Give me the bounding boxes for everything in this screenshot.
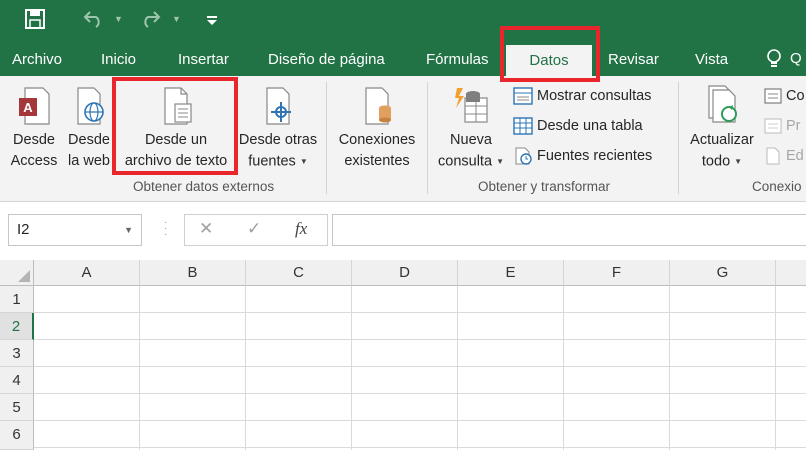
group-divider <box>678 82 679 194</box>
row-header-4[interactable]: 4 <box>0 367 34 394</box>
tab-archivo[interactable]: Archivo <box>12 44 62 76</box>
cancel-icon[interactable]: ✕ <box>199 219 213 239</box>
from-other-sources-button[interactable]: Desde otras fuentes ▼ <box>238 84 318 172</box>
column-header-c[interactable]: C <box>246 260 352 286</box>
row-header-5[interactable]: 5 <box>0 394 34 421</box>
column-header-e[interactable]: E <box>458 260 564 286</box>
tab-revisar[interactable]: Revisar <box>608 44 659 76</box>
new-query-button[interactable]: Nueva consulta ▼ <box>434 84 508 172</box>
svg-text:A: A <box>23 100 33 115</box>
splitter-handle[interactable]: · · · <box>164 218 167 240</box>
recent-sources-icon <box>515 147 532 165</box>
other-sources-icon <box>266 87 291 125</box>
column-header-g[interactable]: G <box>670 260 776 286</box>
tab-formulas[interactable]: Fórmulas <box>426 44 489 76</box>
table-icon <box>513 117 533 135</box>
column-header-d[interactable]: D <box>352 260 458 286</box>
save-icon[interactable] <box>24 8 46 37</box>
edit-links-icon <box>766 147 780 165</box>
column-header-partial[interactable] <box>776 260 806 286</box>
group-label-external-data: Obtener datos externos <box>133 179 275 194</box>
group-label-connections: Conexio <box>752 179 802 194</box>
existing-connections-button[interactable]: Conexiones existentes <box>334 84 420 172</box>
column-header-b[interactable]: B <box>140 260 246 286</box>
undo-icon[interactable] <box>82 8 106 35</box>
row-header-3[interactable]: 3 <box>0 340 34 367</box>
ribbon-tabs: Archivo Inicio Insertar Diseño de página… <box>0 44 806 77</box>
from-access-button[interactable]: A Desde Access <box>8 84 60 172</box>
show-queries-icon <box>513 87 533 105</box>
new-query-icon <box>455 88 488 123</box>
cell-grid[interactable] <box>34 286 806 450</box>
redo-dropdown-icon[interactable]: ▼ <box>172 14 181 24</box>
tab-insertar[interactable]: Insertar <box>178 44 229 76</box>
access-icon: A <box>19 87 50 125</box>
group-divider <box>326 82 327 194</box>
connections-icon <box>365 87 391 125</box>
redo-icon[interactable] <box>138 8 162 35</box>
connection-icon <box>764 88 782 104</box>
name-box[interactable]: I2 ▼ <box>8 214 142 246</box>
insert-function-icon[interactable]: fx <box>295 219 307 239</box>
chevron-down-icon: ▼ <box>496 157 504 166</box>
tab-vista[interactable]: Vista <box>695 44 728 76</box>
ribbon-datos: A Desde Access Desde la web Desde un arc… <box>0 76 806 202</box>
properties-button[interactable]: Pr <box>764 114 801 138</box>
group-divider <box>427 82 428 194</box>
column-header-f[interactable]: F <box>564 260 670 286</box>
properties-icon <box>764 118 782 134</box>
tab-datos[interactable]: Datos <box>506 45 592 77</box>
refresh-all-button[interactable]: Actualizar todo ▼ <box>684 84 760 172</box>
chevron-down-icon[interactable]: ▼ <box>124 215 133 245</box>
show-queries-button[interactable]: Mostrar consultas <box>513 84 651 108</box>
from-text-file-button[interactable]: Desde un archivo de texto <box>118 84 234 172</box>
formula-input[interactable] <box>332 214 806 246</box>
row-header-6[interactable]: 6 <box>0 421 34 450</box>
connections-button[interactable]: Co <box>764 84 805 108</box>
chevron-down-icon: ▼ <box>299 157 308 166</box>
from-web-button[interactable]: Desde la web <box>64 84 114 172</box>
edit-links-button[interactable]: Ed <box>764 144 804 168</box>
tab-inicio[interactable]: Inicio <box>101 44 136 76</box>
row-header-2[interactable]: 2 <box>0 313 34 340</box>
tab-diseno-pagina[interactable]: Diseño de página <box>268 44 385 76</box>
lightbulb-icon[interactable] <box>766 48 782 75</box>
refresh-icon <box>708 85 737 123</box>
formula-controls: ✕ ✓ fx <box>184 214 328 246</box>
title-bar: ▼ ▼ <box>0 0 806 44</box>
chevron-down-icon: ▼ <box>734 157 743 166</box>
row-header-1[interactable]: 1 <box>0 286 34 313</box>
from-table-button[interactable]: Desde una tabla <box>513 114 643 138</box>
column-header-a[interactable]: A <box>34 260 140 286</box>
select-all-corner[interactable] <box>0 260 34 286</box>
globe-icon <box>77 87 104 125</box>
customize-qat-icon[interactable] <box>206 8 218 36</box>
recent-sources-button[interactable]: Fuentes recientes <box>513 144 652 168</box>
group-label-get-transform: Obtener y transformar <box>478 179 611 194</box>
text-file-icon <box>164 87 192 125</box>
enter-icon[interactable]: ✓ <box>247 219 261 239</box>
undo-dropdown-icon[interactable]: ▼ <box>114 14 123 24</box>
tell-me-text[interactable]: Q <box>790 50 802 67</box>
